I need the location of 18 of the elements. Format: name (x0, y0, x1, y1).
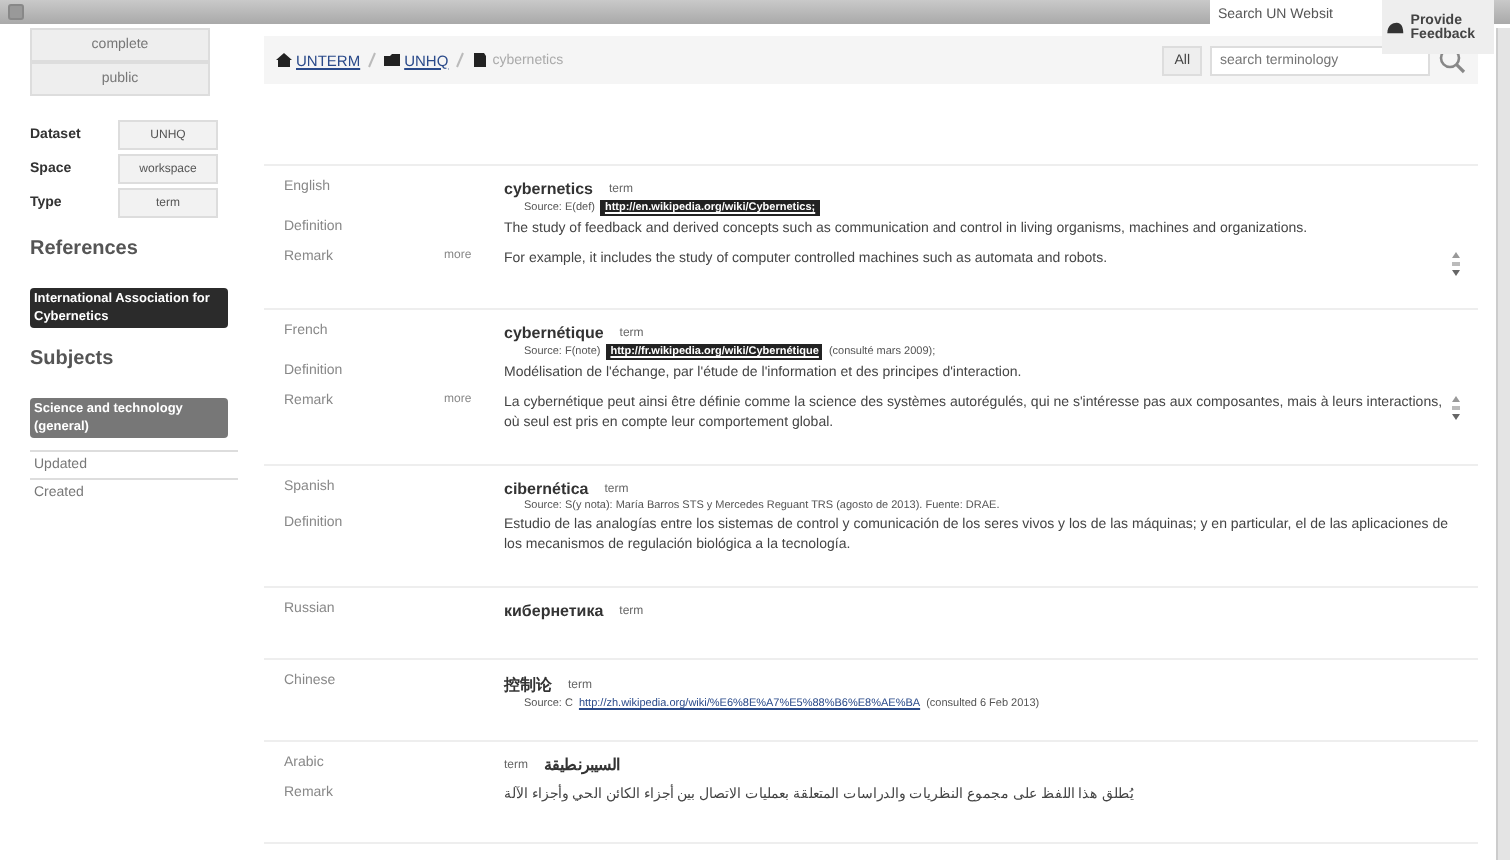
folder-icon (384, 52, 401, 68)
section-heading: Subjects (30, 348, 116, 370)
term-text: cibernética (504, 480, 589, 498)
logo-icon (8, 4, 24, 20)
helmet-icon (1386, 17, 1405, 37)
term-text: cybernetics (504, 180, 593, 198)
slash-separator-icon (456, 52, 465, 68)
scrollbar[interactable] (1496, 28, 1510, 860)
scroll-arrows-icon (1450, 394, 1462, 422)
home-icon (276, 52, 292, 68)
slash-separator-icon (368, 52, 377, 68)
scroll-arrows-icon (1450, 250, 1462, 278)
document-icon (472, 52, 489, 68)
term-text: кибернетика (504, 602, 604, 620)
term-text: السيبرنطيقة (544, 756, 620, 774)
term-text: cybernétique (504, 324, 604, 342)
section-heading: References (30, 238, 140, 260)
term-text: 控制论 (504, 674, 552, 696)
